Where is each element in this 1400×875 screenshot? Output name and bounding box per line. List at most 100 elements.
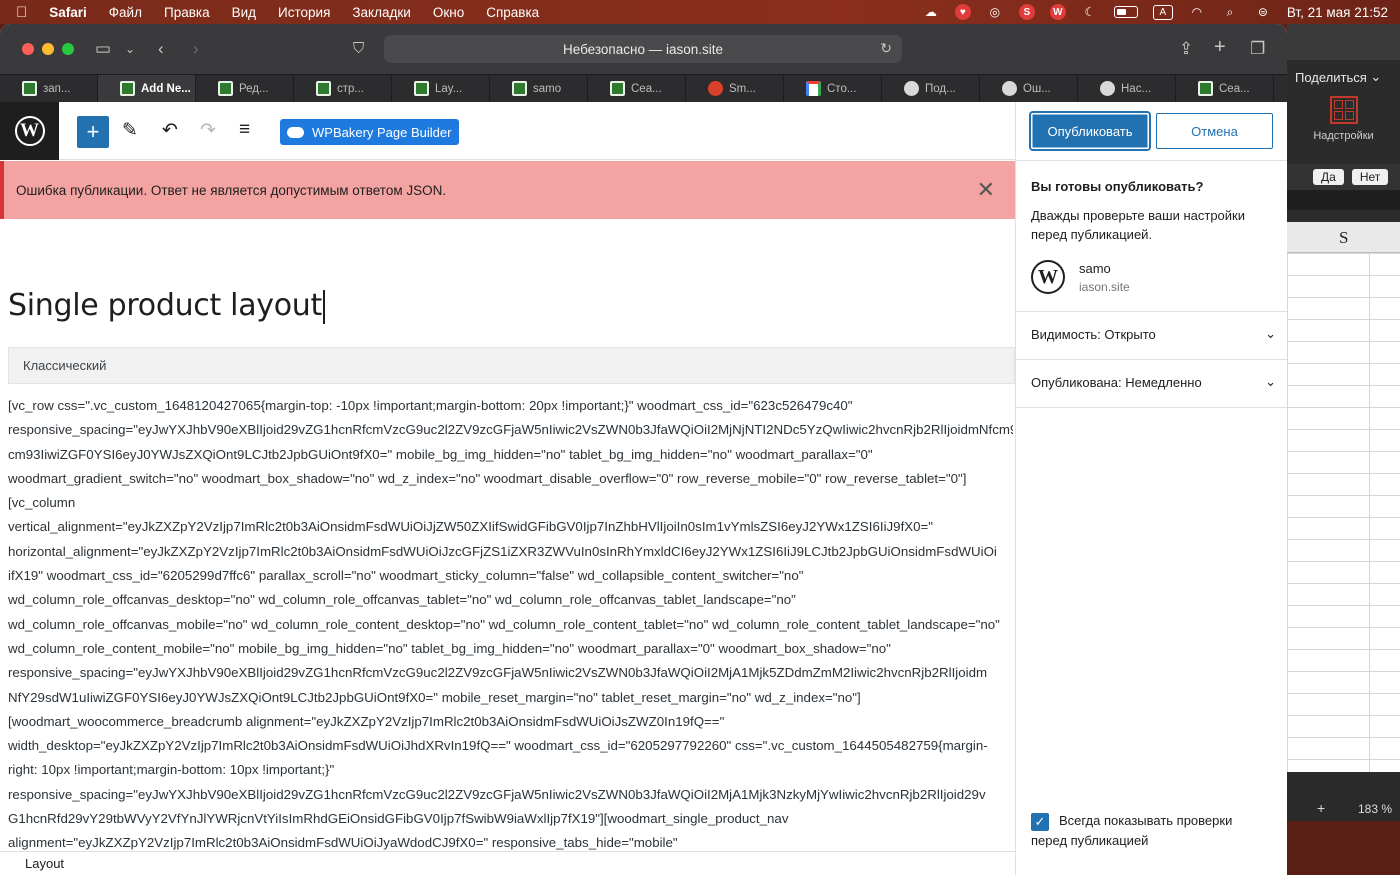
menubar-item-help[interactable]: Справка (486, 5, 539, 20)
wifi-icon[interactable]: ◠ (1188, 5, 1206, 19)
new-tab-icon[interactable]: + (1214, 37, 1226, 57)
favicon-icon (512, 81, 527, 96)
tab-label: стр... (337, 82, 364, 95)
browser-tab[interactable]: Сто... (784, 75, 882, 102)
always-show-checks-checkbox[interactable]: ✓ (1031, 812, 1049, 831)
divider (1016, 160, 1287, 161)
minimize-window-button[interactable] (42, 43, 54, 55)
block-breadcrumb[interactable]: Layout (0, 851, 1015, 875)
spreadsheet-grid[interactable] (1287, 222, 1400, 772)
zoom-level[interactable]: 183 % (1358, 802, 1392, 816)
safari-toolbar: ▭ ⌄ ‹ › ⛉ Небезопасно — iason.site ↻ ⇪ +… (0, 24, 1287, 74)
publish-date-panel-toggle[interactable]: Опубликована: Немедленно ⌄ (1031, 374, 1276, 390)
wordpress-status-icon[interactable]: W (1049, 4, 1066, 20)
browser-tab[interactable]: Нас... (1078, 75, 1176, 102)
input-source-indicator[interactable]: A (1152, 4, 1173, 20)
browser-tab[interactable]: samo (490, 75, 588, 102)
wpbakery-cloud-icon (287, 126, 304, 138)
notification-badge-icon[interactable]: ♥ (954, 4, 971, 20)
close-icon[interactable]: ✕ (977, 177, 995, 203)
cloud-icon[interactable]: ☁ (922, 5, 940, 19)
no-button[interactable]: Нет (1351, 169, 1389, 185)
shortcode-line: [vc_row css=".vc_custom_1648120427065{ma… (8, 398, 853, 413)
background-toolbar (1287, 24, 1400, 60)
spotlight-search-icon[interactable]: ⌕ (1221, 5, 1239, 19)
browser-tab[interactable]: Сеа... (588, 75, 686, 102)
browser-tab[interactable]: Под... (882, 75, 980, 102)
always-show-checks-option[interactable]: ✓ Всегда показывать проверки перед публик… (1031, 811, 1271, 851)
visibility-label: Видимость: (1031, 326, 1101, 342)
classic-block-toolbar[interactable]: Классический (8, 347, 1015, 384)
browser-tab[interactable]: Lay... (392, 75, 490, 102)
breadcrumb-item[interactable]: Layout (25, 856, 64, 871)
browser-tab[interactable]: Ред... (196, 75, 294, 102)
zoom-window-button[interactable] (62, 43, 74, 55)
creative-cloud-icon[interactable]: ◎ (986, 5, 1004, 19)
app-status-icon[interactable]: S (1018, 4, 1035, 20)
column-header[interactable]: S (1287, 222, 1400, 253)
browser-tab[interactable]: Сеа... (1176, 75, 1274, 102)
close-window-button[interactable] (22, 43, 34, 55)
cancel-button[interactable]: Отмена (1156, 113, 1273, 149)
formula-bar[interactable] (1287, 190, 1400, 210)
browser-tab[interactable]: Sm... (686, 75, 784, 102)
window-controls (22, 43, 74, 55)
back-icon[interactable]: ‹ (158, 39, 164, 59)
wpbakery-button[interactable]: WPBakery Page Builder (280, 119, 460, 145)
forward-icon[interactable]: › (193, 39, 199, 59)
redo-icon[interactable]: ↷ (200, 119, 216, 142)
shortcode-line: horizontal_alignment="eyJkZXZpY2VzIjp7Im… (8, 543, 997, 559)
always-show-checks-label: Всегда показывать проверки перед публика… (1031, 813, 1233, 848)
menubar-app-name[interactable]: Safari (49, 5, 87, 20)
chevron-down-icon[interactable]: ⌄ (125, 39, 135, 59)
publish-button[interactable]: Опубликовать (1031, 113, 1149, 149)
menubar-item-edit[interactable]: Правка (164, 5, 210, 20)
tab-overview-icon[interactable]: ❐ (1250, 39, 1265, 59)
shortcode-content[interactable]: [vc_row css=".vc_custom_1648120427065{ma… (8, 394, 1013, 854)
menubar-datetime[interactable]: Вт, 21 мая 21:52 (1287, 5, 1388, 20)
favicon-icon (120, 81, 135, 96)
document-overview-icon[interactable]: ≡ (239, 119, 250, 141)
site-host: iason.site (1079, 279, 1130, 294)
menubar-item-history[interactable]: История (278, 5, 330, 20)
shortcode-line: [vc_column (8, 495, 76, 511)
browser-tab[interactable]: Ош... (980, 75, 1078, 102)
moon-icon[interactable]: ☾ (1081, 5, 1099, 19)
divider (1016, 407, 1287, 408)
undo-icon[interactable]: ↶ (162, 119, 178, 142)
favicon-icon (1100, 81, 1115, 96)
tab-label: Сто... (827, 82, 857, 95)
privacy-shield-icon[interactable]: ⛉ (353, 39, 364, 59)
add-block-button[interactable]: + (77, 116, 109, 148)
share-icon[interactable]: ⇪ (1179, 39, 1193, 59)
shortcode-line: ifX19" woodmart_css_id="6205299d7ffc6" p… (8, 568, 804, 584)
menubar-item-bookmarks[interactable]: Закладки (352, 5, 410, 20)
menubar-item-view[interactable]: Вид (232, 5, 256, 20)
post-title[interactable]: Single product layout (8, 288, 325, 324)
classic-block-label: Классический (23, 358, 107, 373)
sidebar-toggle-icon[interactable]: ▭ (95, 39, 111, 59)
tab-bar: зап... Add Ne... Ред... стр... Lay... samo Сеа… (0, 74, 1287, 102)
edit-pencil-icon[interactable]: ✎ (122, 119, 138, 142)
visibility-panel-toggle[interactable]: Видимость: Открыто ⌄ (1031, 326, 1276, 342)
apple-menu-icon[interactable]:  (16, 4, 27, 21)
menubar-item-file[interactable]: Файл (109, 5, 142, 20)
favicon-icon (316, 81, 331, 96)
battery-icon[interactable] (1113, 6, 1138, 18)
browser-tab[interactable]: стр... (294, 75, 392, 102)
reload-icon[interactable]: ↻ (880, 40, 892, 57)
favicon-icon (1198, 81, 1213, 96)
yes-button[interactable]: Да (1313, 169, 1344, 185)
zoom-in-icon[interactable]: + (1317, 800, 1325, 816)
menubar-item-window[interactable]: Окно (433, 5, 464, 20)
chevron-down-icon: ⌄ (1265, 326, 1276, 341)
control-center-icon[interactable]: ⊜ (1254, 5, 1272, 19)
favicon-icon (904, 81, 919, 96)
shortcode-line: NfY29sdW1uIiwiZGF0YSI6eyJ0YWJsZXQiOnt9LC… (8, 689, 861, 705)
browser-tab[interactable]: Add Ne... (98, 75, 196, 102)
share-button[interactable]: Поделиться ⌄ (1287, 60, 1400, 94)
wordpress-editor: W + ✎ ↶ ↷ ≡ WPBakery Page Builder Ошибка… (0, 102, 1287, 875)
wordpress-logo-button[interactable]: W (0, 102, 59, 160)
browser-tab[interactable]: зап... (0, 75, 98, 102)
address-bar[interactable]: Небезопасно — iason.site ↻ (384, 35, 902, 63)
